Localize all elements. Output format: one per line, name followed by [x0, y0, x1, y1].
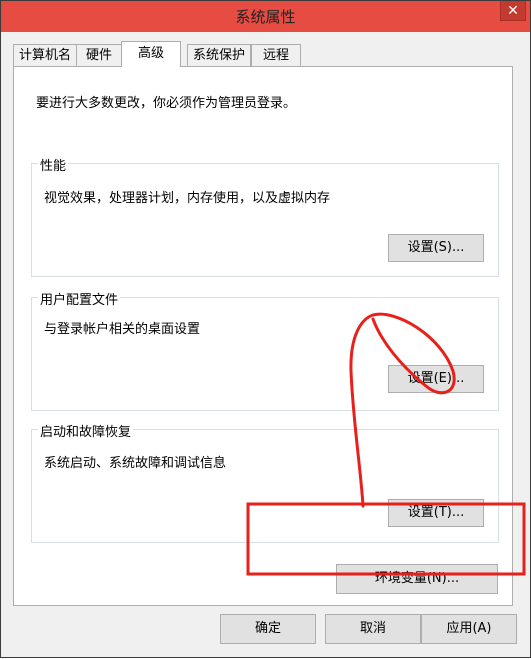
- system-properties-dialog: 系统属性 ✕ 计算机名 硬件 高级 系统保护 远程 要进行大多数更改，你必须作为…: [0, 0, 531, 658]
- close-icon: ✕: [507, 3, 519, 19]
- user-profiles-settings-button[interactable]: 设置(E)...: [388, 365, 484, 393]
- performance-legend: 性能: [38, 155, 69, 174]
- performance-description: 视觉效果，处理器计划，内存使用，以及虚拟内存: [44, 191, 331, 206]
- ok-button[interactable]: 确定: [220, 614, 316, 644]
- performance-settings-button[interactable]: 设置(S)...: [388, 234, 484, 262]
- startup-recovery-description: 系统启动、系统故障和调试信息: [44, 456, 227, 471]
- tab-hardware[interactable]: 硬件: [76, 44, 122, 66]
- user-profiles-legend: 用户配置文件: [38, 289, 121, 308]
- admin-note: 要进行大多数更改，你必须作为管理员登录。: [36, 96, 297, 111]
- title-bar[interactable]: 系统属性 ✕: [1, 1, 530, 32]
- tab-system-protection[interactable]: 系统保护: [187, 44, 251, 66]
- close-button[interactable]: ✕: [500, 1, 526, 21]
- window-title: 系统属性: [235, 8, 296, 26]
- tab-advanced[interactable]: 高级: [121, 41, 181, 67]
- startup-recovery-group: 启动和故障恢复 系统启动、系统故障和调试信息 设置(T)...: [31, 421, 499, 543]
- startup-recovery-legend: 启动和故障恢复: [38, 421, 134, 440]
- user-profiles-group: 用户配置文件 与登录帐户相关的桌面设置 设置(E)...: [31, 289, 499, 411]
- performance-group: 性能 视觉效果，处理器计划，内存使用，以及虚拟内存 设置(S)...: [31, 155, 499, 277]
- startup-recovery-settings-button[interactable]: 设置(T)...: [388, 499, 484, 527]
- tab-remote[interactable]: 远程: [251, 44, 301, 66]
- user-profiles-description: 与登录帐户相关的桌面设置: [44, 322, 201, 337]
- cancel-button[interactable]: 取消: [325, 614, 421, 644]
- dialog-body: 计算机名 硬件 高级 系统保护 远程 要进行大多数更改，你必须作为管理员登录。 …: [1, 32, 530, 657]
- environment-variables-button[interactable]: 环境变量(N)...: [336, 564, 498, 594]
- apply-button[interactable]: 应用(A): [421, 614, 517, 644]
- advanced-tab-panel: 要进行大多数更改，你必须作为管理员登录。 性能 视觉效果，处理器计划，内存使用，…: [13, 66, 513, 606]
- tab-computer-name[interactable]: 计算机名: [13, 44, 77, 66]
